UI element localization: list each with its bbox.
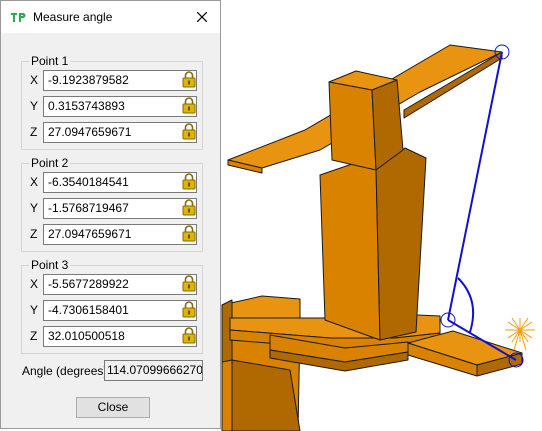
point-1-title: Point 1 <box>29 54 71 68</box>
point-2-z-input[interactable]: 27.0947659671 <box>43 224 197 245</box>
title-close-button[interactable] <box>184 1 220 33</box>
point-1-x-lock-button[interactable] <box>180 70 198 91</box>
point-3-y-input[interactable]: -4.7306158401 <box>43 300 197 321</box>
lock-icon <box>182 172 196 193</box>
point-3-z-lock-button[interactable] <box>180 326 198 347</box>
lock-icon <box>182 198 196 219</box>
lock-icon <box>182 274 196 295</box>
top-block-left <box>328 81 377 171</box>
point-1-z-lock-button[interactable] <box>180 122 198 143</box>
base-lower-face <box>231 359 301 431</box>
point-3-x-lock-button[interactable] <box>180 274 198 295</box>
z-label: Z <box>30 329 38 343</box>
point-2-x-input[interactable]: -6.3540184541 <box>43 172 197 193</box>
y-label: Y <box>30 201 39 215</box>
crane-model <box>221 44 523 431</box>
measure-angle-dialog: Measure angle Point 1 X -9.1923879582 Y … <box>0 0 221 429</box>
x-label: X <box>30 175 39 189</box>
point-2-title: Point 2 <box>29 156 71 170</box>
point-2-z-lock-button[interactable] <box>180 224 198 245</box>
point-2-y-input[interactable]: -1.5768719467 <box>43 198 197 219</box>
tower-left-face <box>319 162 381 341</box>
x-label: X <box>30 73 39 87</box>
angle-value-field[interactable]: 114.070996662705 <box>104 360 203 381</box>
point-1-x-row: X -9.1923879582 <box>22 70 204 92</box>
lock-icon <box>182 122 196 143</box>
point-2-group: Point 2 X -6.3540184541 Y -1.5768719467 … <box>21 156 204 252</box>
point-3-z-input[interactable]: 32.010500518 <box>43 326 197 347</box>
point-3-x-input[interactable]: -5.5677289922 <box>43 274 197 295</box>
close-icon <box>197 12 207 22</box>
measure-line-1 <box>447 51 503 321</box>
point-2-x-lock-button[interactable] <box>180 172 198 193</box>
point-2-y-row: Y -1.5768719467 <box>22 198 204 220</box>
dialog-title: Measure angle <box>33 10 113 24</box>
z-label: Z <box>30 227 38 241</box>
angle-label: Angle (degrees) <box>22 364 108 378</box>
point-1-y-row: Y 0.3153743893 <box>22 96 204 118</box>
point-3-z-row: Z 32.010500518 <box>22 326 204 348</box>
y-label: Y <box>30 99 39 113</box>
app-logo-icon <box>11 13 26 22</box>
light-marker-icon <box>505 317 535 351</box>
point-2-x-row: X -6.3540184541 <box>22 172 204 194</box>
point-1-z-row: Z 27.0947659671 <box>22 122 204 144</box>
z-label: Z <box>30 125 38 139</box>
point-2-y-lock-button[interactable] <box>180 198 198 219</box>
lock-icon <box>182 224 196 245</box>
angle-arc <box>457 277 474 333</box>
point-3-y-row: Y -4.7306158401 <box>22 300 204 322</box>
lock-icon <box>182 326 196 347</box>
point-1-x-input[interactable]: -9.1923879582 <box>43 70 197 91</box>
y-label: Y <box>30 303 39 317</box>
point-1-y-input[interactable]: 0.3153743893 <box>43 96 197 117</box>
point-1-z-input[interactable]: 27.0947659671 <box>43 122 197 143</box>
close-button[interactable]: Close <box>76 397 150 418</box>
point-3-title: Point 3 <box>29 258 71 272</box>
angle-measurement <box>440 44 524 368</box>
point-1-y-lock-button[interactable] <box>180 96 198 117</box>
lock-icon <box>182 300 196 321</box>
point-2-z-row: Z 27.0947659671 <box>22 224 204 246</box>
x-label: X <box>30 277 39 291</box>
point-1-group: Point 1 X -9.1923879582 Y 0.3153743893 Z… <box>21 54 204 150</box>
point-3-group: Point 3 X -5.5677289922 Y -4.7306158401 … <box>21 258 204 354</box>
tower-right-face <box>375 147 427 341</box>
point-3-y-lock-button[interactable] <box>180 300 198 321</box>
point-3-x-row: X -5.5677289922 <box>22 274 204 296</box>
dialog-titlebar[interactable]: Measure angle <box>1 1 220 33</box>
lock-icon <box>182 96 196 117</box>
lock-icon <box>182 70 196 91</box>
